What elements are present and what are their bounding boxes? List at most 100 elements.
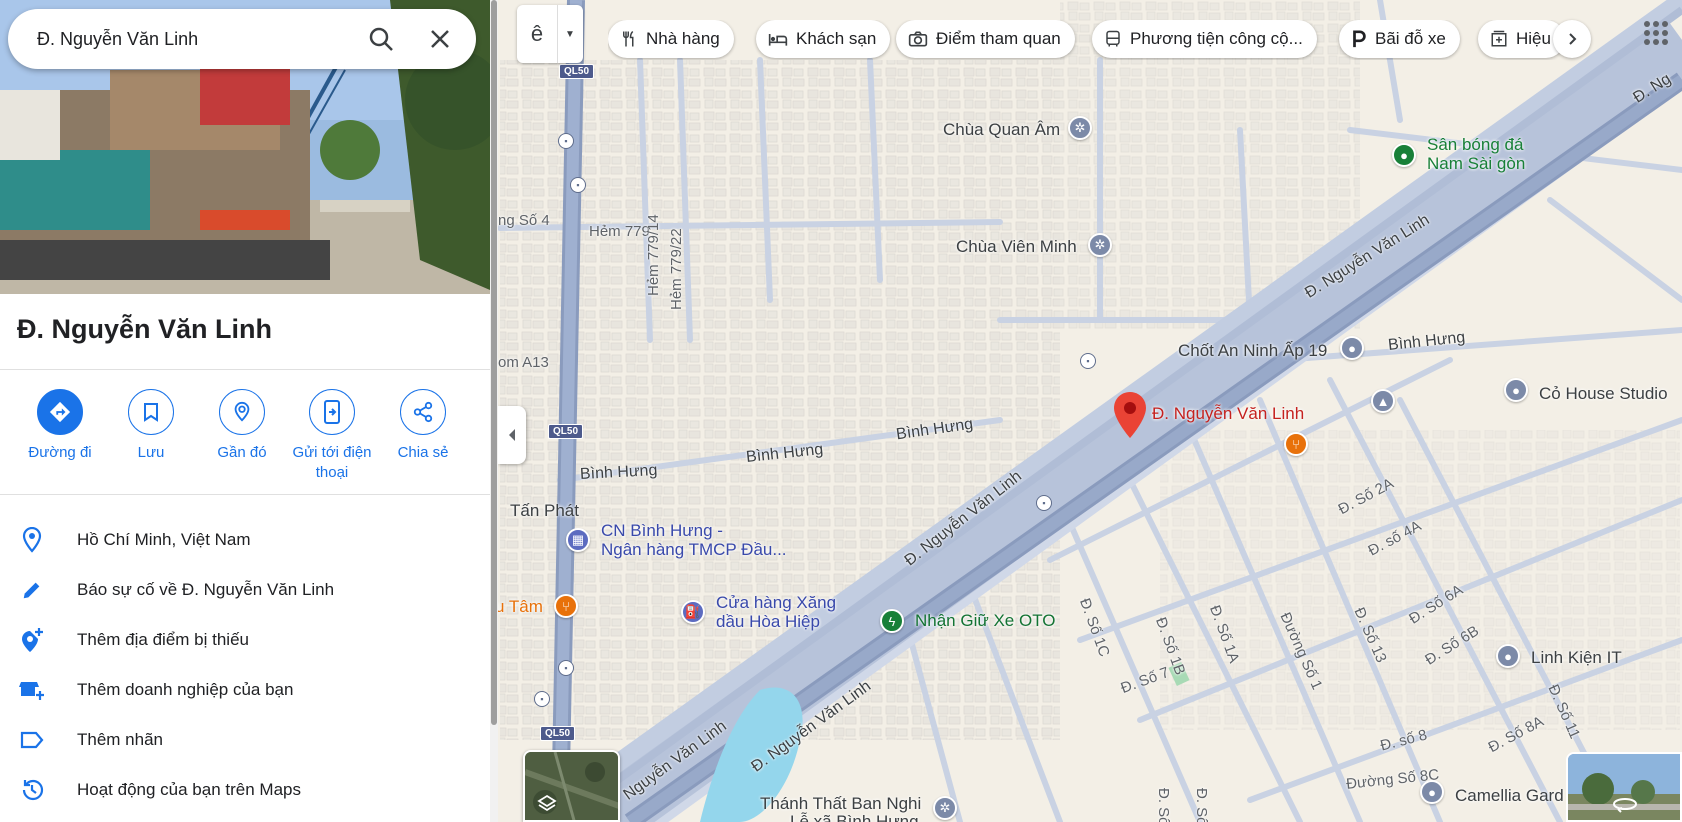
send-to-phone-button[interactable]: Gửi tới điện thoại: [284, 389, 380, 483]
chevron-right-icon: [1569, 33, 1577, 45]
row-add-business[interactable]: Thêm doanh nghiệp của bạn: [0, 665, 490, 715]
collapse-panel-button[interactable]: [498, 406, 526, 464]
poi-tan-phat[interactable]: Tấn Phát: [510, 501, 579, 521]
street-hem-779-14: Hẻm 779/14: [645, 214, 662, 296]
bus-stop-icon[interactable]: ▪: [1036, 495, 1052, 511]
chip-label: Bãi đỗ xe: [1375, 29, 1446, 48]
share-button[interactable]: Chia sẻ: [375, 389, 471, 463]
chip-attractions[interactable]: Điểm tham quan: [896, 20, 1075, 58]
poi-chua-vien-minh[interactable]: Chùa Viên Minh: [956, 237, 1077, 257]
nearby-icon: [234, 401, 250, 422]
temple-icon[interactable]: ✲: [933, 796, 957, 820]
row-address[interactable]: Hồ Chí Minh, Việt Nam: [0, 515, 490, 565]
chip-label: Hiệu: [1516, 29, 1551, 48]
poi-co-house[interactable]: Cỏ House Studio: [1539, 384, 1668, 404]
bus-stop-icon[interactable]: ▪: [558, 660, 574, 676]
poi-nhan-giu-xe[interactable]: Nhận Giữ Xe OTO: [915, 611, 1056, 631]
chevron-down-icon[interactable]: ▼: [558, 29, 582, 40]
stadium-icon[interactable]: ●: [1392, 143, 1416, 167]
nearby-circle: [219, 389, 265, 435]
nearby-button[interactable]: Gần đó: [194, 389, 290, 463]
row-text: Thêm nhãn: [77, 730, 163, 749]
phone-send-icon: [324, 400, 340, 424]
poi-cn-binh-hung[interactable]: CN Bình Hưng -: [601, 521, 723, 541]
search-icon[interactable]: [368, 26, 394, 52]
layers-button[interactable]: [523, 750, 620, 822]
action-label: Gửi tới điện thoại: [292, 444, 372, 481]
poi-camellia[interactable]: Camellia Gard: [1455, 786, 1564, 806]
chip-pharmacy[interactable]: Hiệu: [1478, 20, 1565, 58]
temple-icon[interactable]: ✲: [1088, 233, 1112, 257]
share-circle: [400, 389, 446, 435]
bus-icon: [1106, 30, 1120, 47]
chip-restaurants[interactable]: Nhà hàng: [608, 20, 734, 58]
selected-place-label[interactable]: Đ. Nguyễn Văn Linh: [1152, 404, 1304, 424]
street-view-thumbnail[interactable]: [1566, 752, 1682, 822]
poi-chot-an-ninh[interactable]: Chốt An Ninh Ấp 19: [1178, 341, 1327, 361]
row-maps-activity[interactable]: Hoạt động của bạn trên Maps: [0, 765, 490, 815]
place-icon[interactable]: ●: [1340, 336, 1364, 360]
row-add-missing-place[interactable]: Thêm địa điểm bị thiếu: [0, 615, 490, 665]
action-label: Gần đó: [217, 444, 267, 461]
category-chips: Nhà hàng Khách sạn Điểm tham quan Phương…: [608, 20, 1588, 60]
street-hem-779: Hẻm 779: [589, 223, 650, 240]
fork-knife-icon: [623, 30, 634, 47]
save-button[interactable]: Lưu: [103, 389, 199, 463]
poi-u-tam[interactable]: u Tâm: [495, 597, 543, 617]
street-7a: Đ. Số 7A: [1155, 788, 1172, 822]
charging-icon[interactable]: ϟ: [880, 609, 904, 633]
place-icon[interactable]: ●: [1496, 644, 1520, 668]
bookmark-icon: [144, 403, 158, 422]
history-icon: [19, 777, 45, 803]
poi-linh-kien-it[interactable]: Linh Kiện IT: [1531, 648, 1622, 668]
divider: [0, 494, 490, 495]
row-report-issue[interactable]: Báo sự cố về Đ. Nguyễn Văn Linh: [0, 565, 490, 615]
chip-hotels[interactable]: Khách sạn: [756, 20, 891, 58]
street-ng-so-4: ng Số 4: [498, 212, 550, 229]
ql50-shield: QL50: [540, 726, 576, 741]
close-icon[interactable]: [428, 27, 452, 51]
directions-circle: [37, 389, 83, 435]
input-tools-button[interactable]: ê ▼: [517, 5, 583, 63]
restaurant-icon[interactable]: ⑂: [1284, 432, 1308, 456]
caret-left-icon: [509, 429, 515, 441]
row-text: Thêm doanh nghiệp của bạn: [77, 680, 294, 699]
row-text: Báo sự cố về Đ. Nguyễn Văn Linh: [77, 580, 335, 599]
poi-cua-hang-xang[interactable]: Cửa hàng Xăng: [716, 593, 836, 613]
ql50-shield: QL50: [559, 64, 595, 79]
directions-button[interactable]: Đường đi: [12, 389, 108, 463]
chip-label: Khách sạn: [796, 29, 877, 48]
temple-icon[interactable]: ✲: [1068, 116, 1092, 140]
bus-stop-icon[interactable]: ▪: [558, 133, 574, 149]
share-icon: [413, 401, 433, 423]
search-input[interactable]: [37, 28, 357, 50]
chips-next-button[interactable]: [1553, 20, 1591, 58]
bus-stop-icon[interactable]: ▪: [1080, 353, 1096, 369]
panel-scrollbar[interactable]: [490, 0, 498, 822]
chip-transit[interactable]: Phương tiện công cộ...: [1092, 20, 1317, 58]
action-label: Đường đi: [28, 444, 92, 461]
place-title: Đ. Nguyễn Văn Linh: [17, 314, 273, 344]
ql50-shield: QL50: [548, 424, 584, 439]
gas-station-icon[interactable]: ⛽: [681, 600, 705, 624]
selected-place-marker[interactable]: [1114, 392, 1146, 438]
school-icon[interactable]: ▲: [1371, 389, 1395, 413]
chip-parking[interactable]: Bãi đỗ xe: [1339, 20, 1460, 58]
poi-san-bong[interactable]: Sân bóng đá: [1427, 135, 1523, 155]
add-business-icon: [19, 677, 45, 703]
restaurant-icon[interactable]: ⑂: [554, 594, 578, 618]
rotate-360-icon: [1613, 798, 1637, 813]
poi-thanh-that[interactable]: Thánh Thất Ban Nghi: [760, 794, 921, 814]
bus-stop-icon[interactable]: ▪: [570, 177, 586, 193]
directions-icon: [49, 401, 71, 423]
bus-stop-icon[interactable]: ▪: [534, 691, 550, 707]
chip-label: Điểm tham quan: [936, 29, 1061, 48]
row-add-label[interactable]: Thêm nhãn: [0, 715, 490, 765]
poi-chua-quan-am[interactable]: Chùa Quan Âm: [943, 120, 1060, 140]
place-panel: Đ. Nguyễn Văn Linh Đường đi Lưu Gần đó: [0, 0, 490, 822]
google-apps-button[interactable]: [1641, 18, 1671, 48]
search-box[interactable]: [8, 9, 476, 69]
place-icon[interactable]: ●: [1504, 378, 1528, 402]
bank-icon[interactable]: ▦: [566, 528, 590, 552]
scrollbar-thumb[interactable]: [491, 0, 497, 725]
